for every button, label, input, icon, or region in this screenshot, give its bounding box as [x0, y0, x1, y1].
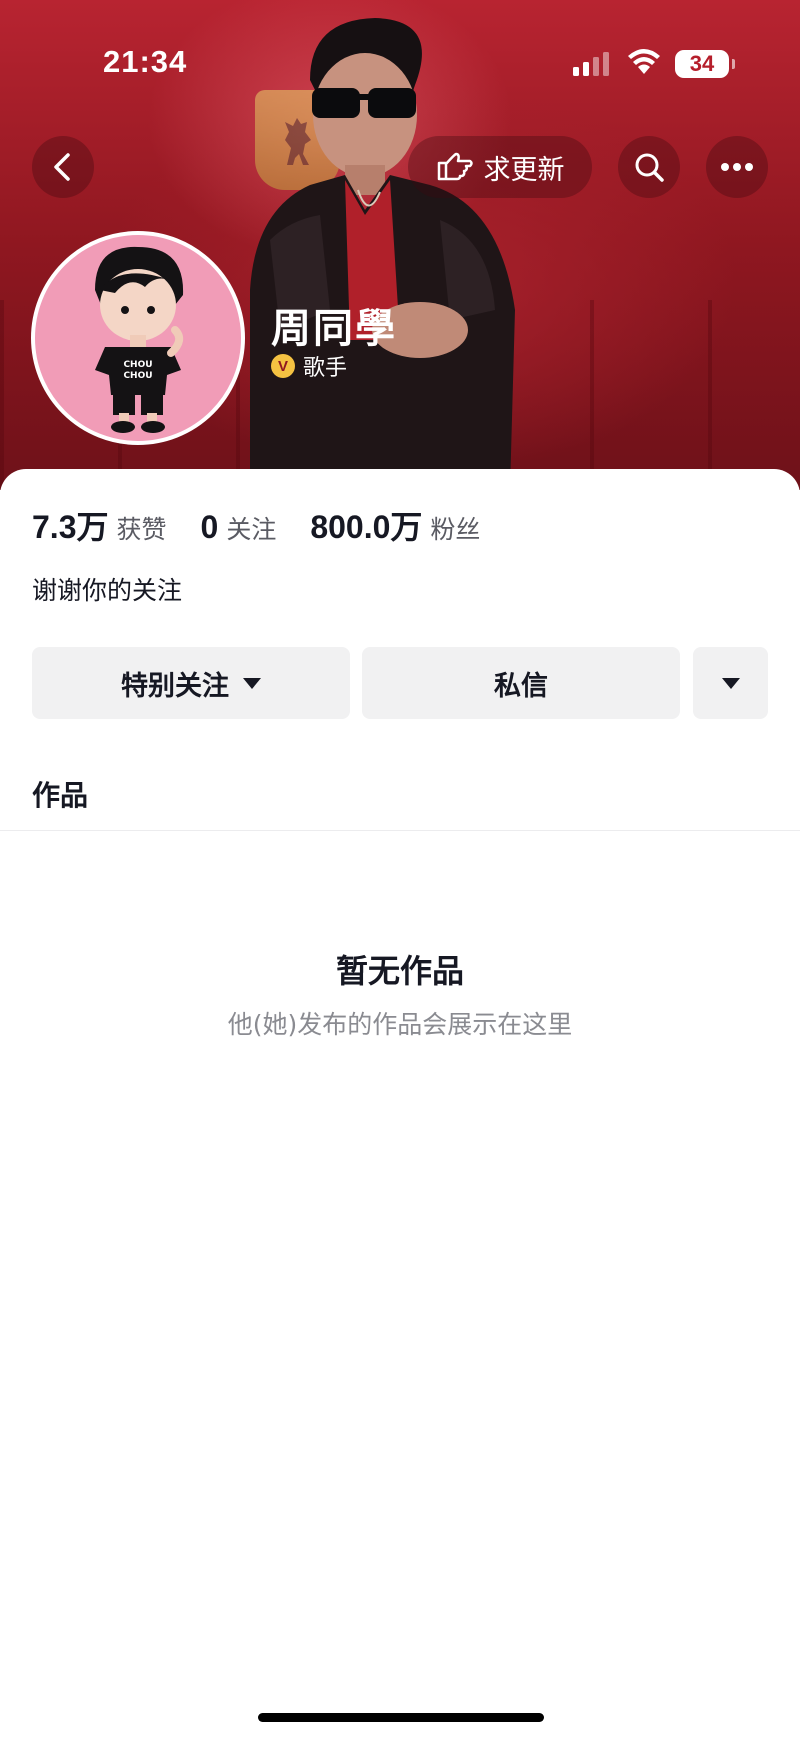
tab-divider [0, 830, 800, 831]
profile-stats: 7.3万 获赞 0 关注 800.0万 粉丝 [32, 502, 514, 548]
stat-followers-value: 800.0万 [310, 509, 423, 545]
caret-down-icon [721, 677, 740, 689]
request-update-button[interactable]: 求更新 [408, 136, 592, 198]
verified-badge: V 歌手 [271, 350, 347, 382]
stat-likes-label: 获赞 [116, 515, 167, 544]
search-button[interactable] [618, 136, 680, 198]
avatar-figure: CHOU CHOU [95, 246, 184, 433]
caret-down-icon [243, 677, 261, 689]
wifi-icon [628, 49, 660, 74]
more-actions-dropdown[interactable] [693, 647, 768, 719]
tab-works[interactable]: 作品 [32, 774, 88, 814]
empty-state-title: 暂无作品 [335, 952, 464, 990]
message-label: 私信 [494, 670, 548, 702]
stat-following-label: 关注 [226, 515, 277, 544]
pointing-hand-icon [437, 152, 473, 181]
home-indicator[interactable] [258, 1713, 544, 1722]
avatar[interactable]: CHOU CHOU [31, 231, 245, 445]
request-update-label: 求更新 [483, 154, 565, 186]
svg-text:CHOU: CHOU [123, 360, 152, 370]
display-name: 周同學 [271, 306, 397, 352]
more-dots-icon [721, 163, 753, 171]
signal-icon [573, 52, 609, 76]
banner-person-photo [250, 18, 515, 490]
stat-followers-label: 粉丝 [430, 515, 481, 544]
special-follow-label: 特别关注 [121, 670, 229, 702]
verified-label: 歌手 [303, 356, 348, 381]
profile-bio: 谢谢你的关注 [32, 576, 183, 605]
back-button[interactable] [32, 136, 94, 198]
stat-followers[interactable]: 800.0万 粉丝 [310, 502, 480, 548]
stat-likes[interactable]: 7.3万 获赞 [32, 502, 167, 548]
stat-following[interactable]: 0 关注 [201, 509, 277, 546]
stat-likes-value: 7.3万 [32, 509, 109, 545]
chevron-left-icon [54, 153, 70, 181]
status-time: 21:34 [103, 44, 188, 79]
search-icon [635, 153, 664, 182]
verified-icon: V [271, 354, 295, 378]
more-button[interactable] [706, 136, 768, 198]
empty-state-subtitle: 他(她)发布的作品会展示在这里 [227, 1010, 573, 1039]
svg-text:CHOU: CHOU [123, 371, 152, 381]
message-button[interactable]: 私信 [362, 647, 680, 719]
stat-following-value: 0 [200, 509, 219, 545]
special-follow-button[interactable]: 特别关注 [32, 647, 350, 719]
battery-indicator: 34 [675, 50, 735, 78]
